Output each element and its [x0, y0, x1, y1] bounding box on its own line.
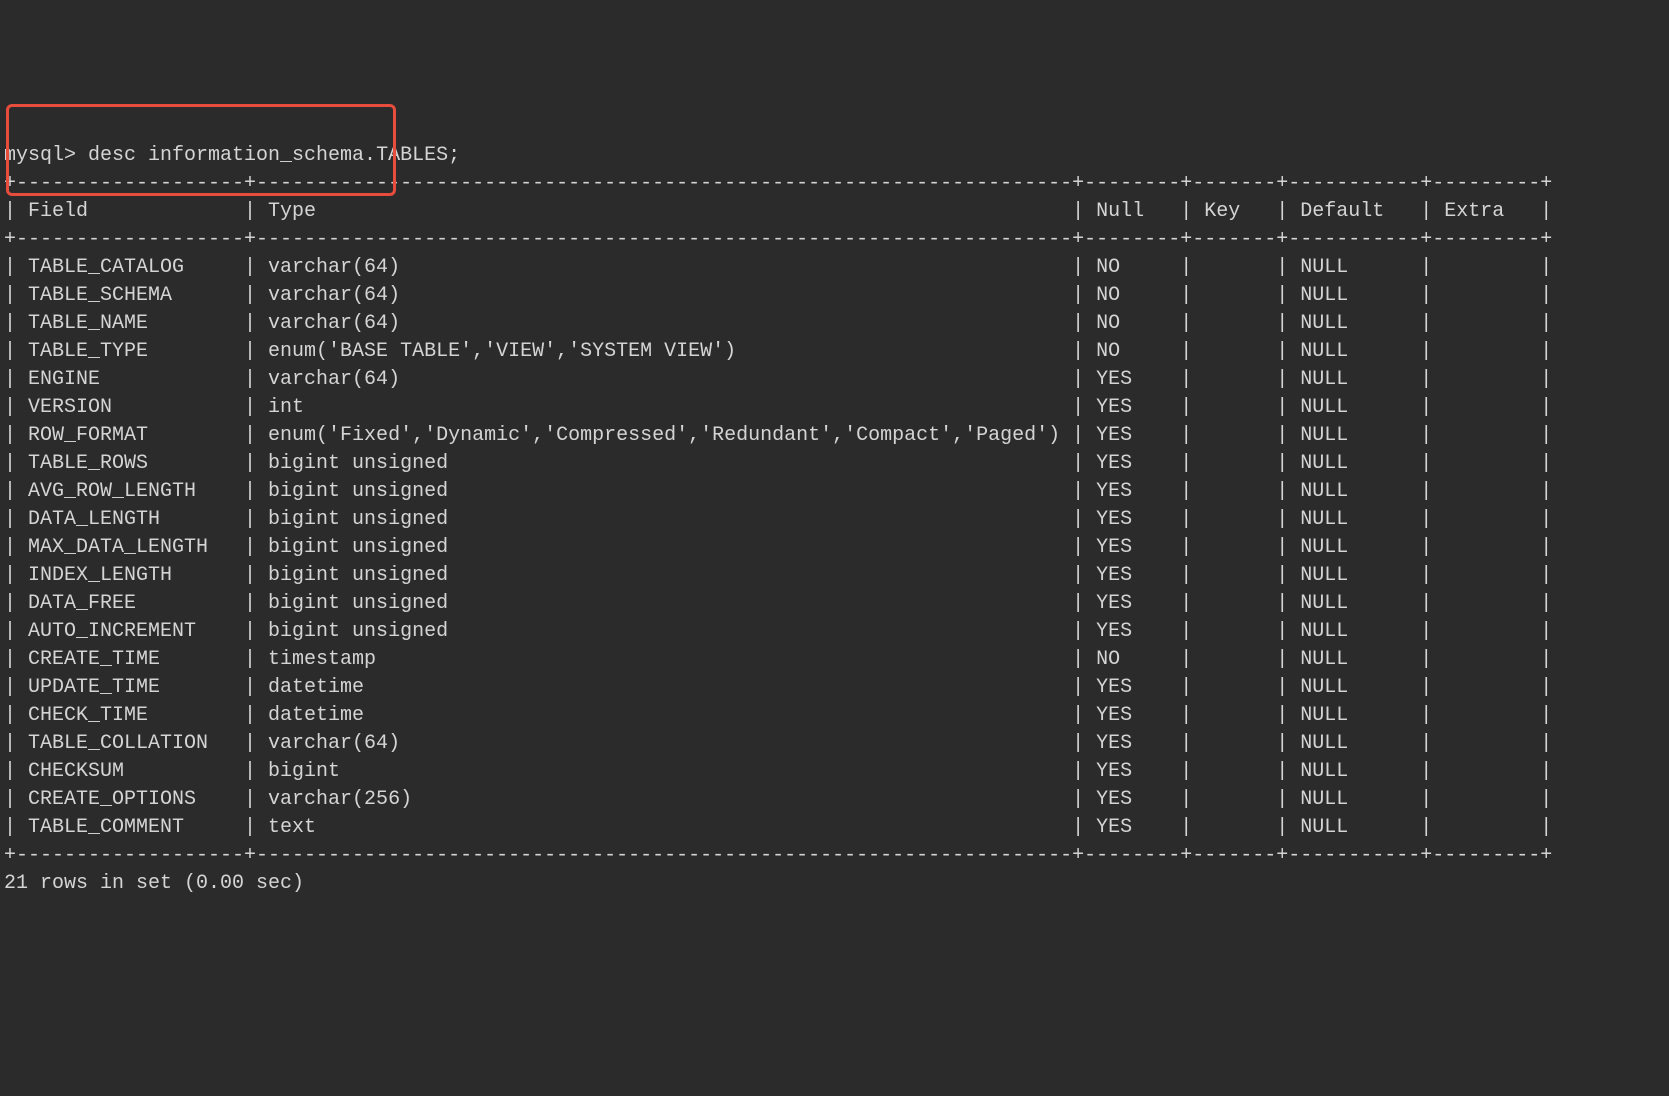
- table-border-mid: +-------------------+-------------------…: [4, 228, 1552, 251]
- table-body: | TABLE_CATALOG | varchar(64) | NO | | N…: [4, 254, 1665, 842]
- mysql-prompt: mysql> desc information_schema.TABLES;: [4, 144, 460, 167]
- table-border-bottom: +-------------------+-------------------…: [4, 844, 1552, 867]
- terminal-output: mysql> desc information_schema.TABLES; +…: [4, 114, 1665, 898]
- table-border-top: +-------------------+-------------------…: [4, 172, 1552, 195]
- result-summary: 21 rows in set (0.00 sec): [4, 872, 304, 895]
- table-header-row: | Field | Type | Null | Key | Default | …: [4, 200, 1552, 223]
